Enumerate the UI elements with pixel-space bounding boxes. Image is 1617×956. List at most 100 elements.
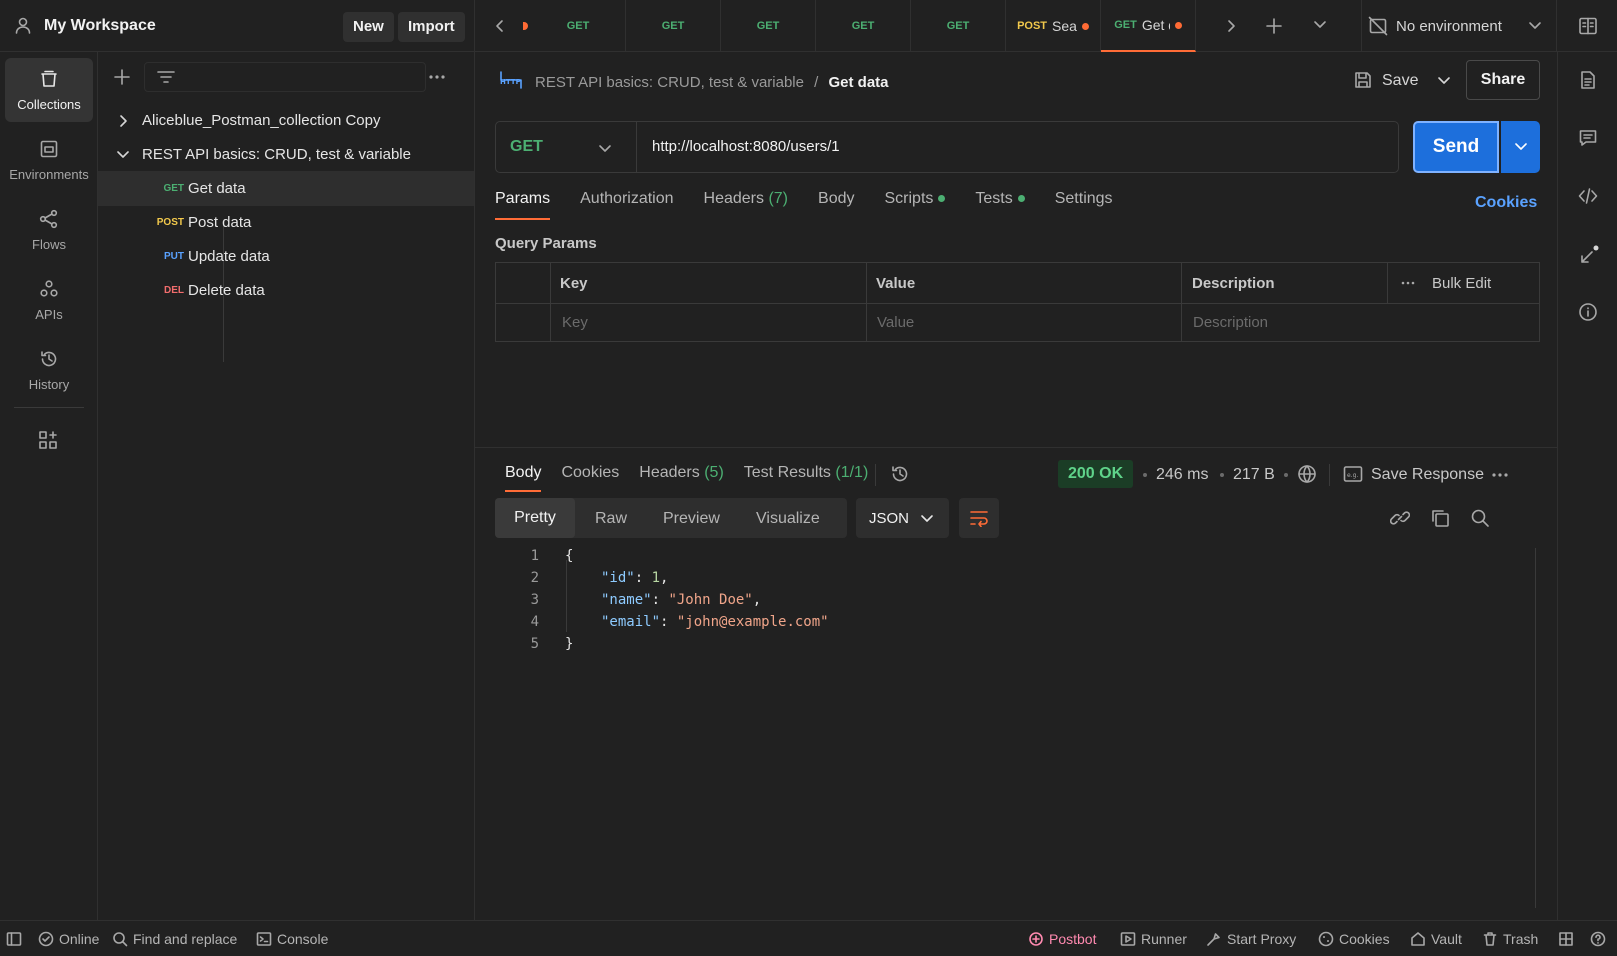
response-size[interactable]: 217 B [1233, 466, 1275, 484]
add-widgets-grid-icon[interactable] [38, 430, 58, 450]
request-item-post-data[interactable]: POST Post data [98, 205, 474, 240]
search-icon[interactable] [1470, 508, 1490, 528]
tab-settings[interactable]: Settings [1055, 190, 1113, 220]
workspace-name[interactable]: My Workspace [44, 17, 156, 35]
filter-icon[interactable] [157, 69, 175, 85]
send-options-button[interactable] [1501, 121, 1540, 173]
tabs-dropdown-chevron-icon[interactable] [1313, 20, 1327, 30]
chevron-down-icon[interactable] [116, 150, 130, 160]
collection-name: Aliceblue_Postman_collection Copy [142, 112, 381, 129]
send-button[interactable]: Send [1413, 121, 1499, 173]
user-icon[interactable] [14, 16, 32, 34]
tab-response-body[interactable]: Body [505, 464, 542, 492]
chevron-right-icon[interactable] [118, 114, 128, 128]
online-status[interactable]: Online [38, 931, 99, 947]
view-raw[interactable]: Raw [595, 510, 627, 528]
page-title[interactable]: Get data [829, 74, 889, 91]
description-input[interactable]: Description [1193, 314, 1268, 331]
rail-label: Collections [17, 96, 81, 112]
link-icon[interactable] [1390, 508, 1410, 528]
rail-item-history[interactable]: History [5, 338, 93, 402]
sidebar-search-input[interactable] [144, 62, 426, 92]
toggle-sidebar-icon[interactable] [6, 931, 22, 947]
collection-item[interactable]: Aliceblue_Postman_collection Copy [98, 103, 474, 138]
request-item-update-data[interactable]: PUT Update data [98, 239, 474, 274]
format-select[interactable]: JSON [856, 498, 949, 538]
cookies-link[interactable]: Cookies [1475, 194, 1537, 212]
view-preview[interactable]: Preview [663, 510, 720, 528]
info-icon[interactable] [1578, 302, 1598, 322]
status-badge[interactable]: 200 OK [1058, 460, 1134, 488]
response-more-icon[interactable] [1491, 472, 1509, 478]
tab-test-results[interactable]: Test Results (1/1) [744, 464, 869, 492]
value-input[interactable]: Value [877, 314, 914, 331]
tab-body[interactable]: Body [818, 190, 854, 220]
cookies-button[interactable]: Cookies [1318, 931, 1390, 947]
tab-request-post[interactable]: POST Sea [1006, 0, 1101, 52]
tab-request[interactable]: GET [626, 0, 721, 52]
tab-response-cookies[interactable]: Cookies [561, 464, 619, 492]
new-tab-plus-icon[interactable] [1265, 17, 1283, 35]
tab-scroll-left-icon[interactable] [495, 19, 505, 33]
method-select[interactable]: GET [510, 138, 543, 156]
request-item-delete-data[interactable]: DEL Delete data [98, 273, 474, 308]
tab-request[interactable]: GET [816, 0, 911, 52]
tab-tests[interactable]: Tests [975, 190, 1025, 220]
save-icon[interactable] [1353, 70, 1373, 90]
related-collections-icon[interactable] [1578, 244, 1600, 266]
share-button[interactable]: Share [1466, 60, 1540, 100]
save-options-chevron-icon[interactable] [1437, 76, 1451, 86]
rail-item-environments[interactable]: Environments [5, 128, 93, 192]
collection-item[interactable]: REST API basics: CRUD, test & variable [98, 137, 474, 172]
import-button[interactable]: Import [398, 12, 465, 42]
tab-request[interactable]: GET [911, 0, 1006, 52]
rail-item-collections[interactable]: Collections [5, 58, 93, 122]
tab-request-active[interactable]: GET Get d [1101, 0, 1196, 52]
start-proxy-button[interactable]: Start Proxy [1206, 931, 1296, 947]
tab-scroll-right-icon[interactable] [1226, 19, 1236, 33]
wrap-lines-button[interactable] [959, 498, 999, 538]
view-pretty[interactable]: Pretty [495, 498, 575, 538]
tab-request[interactable]: GET [721, 0, 816, 52]
environment-selector[interactable]: No environment [1361, 0, 1557, 52]
table-more-icon[interactable] [1401, 281, 1415, 285]
copy-icon[interactable] [1430, 508, 1450, 528]
add-collection-plus-icon[interactable] [113, 68, 131, 86]
rail-item-flows[interactable]: Flows [5, 198, 93, 262]
tab-request[interactable]: GET [531, 0, 626, 52]
workspace-overview-icon[interactable] [1578, 16, 1598, 36]
tab-scripts[interactable]: Scripts [884, 190, 946, 220]
tab-authorization[interactable]: Authorization [580, 190, 673, 220]
sidebar-more-icon[interactable] [428, 74, 446, 80]
help-icon[interactable] [1590, 931, 1606, 947]
layout-grid-icon[interactable] [1558, 931, 1574, 947]
request-item-get-data[interactable]: GET Get data [98, 171, 474, 206]
response-time[interactable]: 246 ms [1156, 466, 1208, 484]
breadcrumb-collection[interactable]: REST API basics: CRUD, test & variable [535, 74, 804, 91]
runner-button[interactable]: Runner [1120, 931, 1187, 947]
bulk-edit-button[interactable]: Bulk Edit [1432, 275, 1491, 292]
vertical-scrollbar[interactable] [1535, 548, 1536, 908]
trash-button[interactable]: Trash [1482, 931, 1538, 947]
new-button[interactable]: New [343, 12, 394, 42]
url-input[interactable]: http://localhost:8080/users/1 [652, 138, 840, 155]
code-snippet-icon[interactable] [1578, 186, 1598, 206]
vault-button[interactable]: Vault [1410, 931, 1462, 947]
console-button[interactable]: Console [256, 931, 328, 947]
tab-headers[interactable]: Headers (7) [704, 190, 789, 220]
rail-item-apis[interactable]: APIs [5, 268, 93, 332]
response-history-icon[interactable] [890, 464, 910, 484]
comments-icon[interactable] [1578, 128, 1598, 148]
save-response-button[interactable]: Save Response [1371, 466, 1484, 484]
key-input[interactable]: Key [562, 314, 588, 331]
postbot-button[interactable]: Postbot [1028, 931, 1096, 947]
method-chevron-icon[interactable] [598, 144, 612, 154]
tab-response-headers[interactable]: Headers (5) [639, 464, 724, 492]
find-replace-button[interactable]: Find and replace [112, 931, 237, 947]
network-globe-icon[interactable] [1297, 464, 1317, 484]
view-visualize[interactable]: Visualize [756, 510, 820, 528]
documentation-icon[interactable] [1578, 70, 1598, 90]
save-button[interactable]: Save [1382, 72, 1418, 90]
tab-params[interactable]: Params [495, 190, 551, 220]
save-response-icon[interactable]: e.g. [1343, 465, 1363, 483]
